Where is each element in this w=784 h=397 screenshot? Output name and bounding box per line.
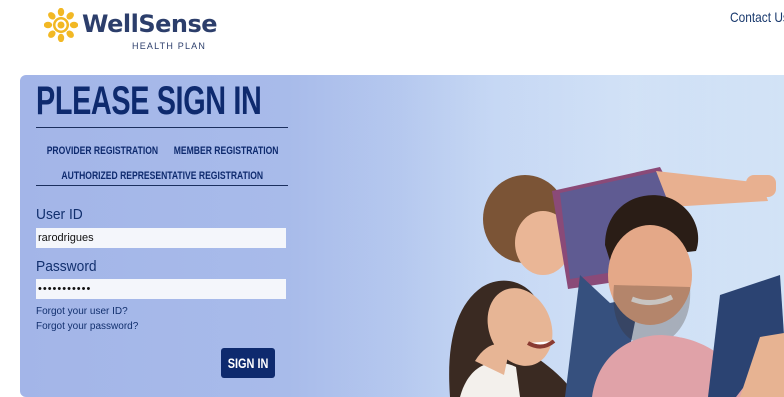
forgot-password-link[interactable]: Forgot your password? <box>36 321 138 332</box>
page-title: PLEASE SIGN IN <box>36 79 262 123</box>
contact-us-link[interactable]: Contact Us <box>730 9 784 25</box>
user-id-label: User ID <box>36 206 83 223</box>
brand-tagline: HEALTH PLAN <box>132 41 207 51</box>
brand-name: WellSense <box>82 10 218 38</box>
sun-logo-icon <box>44 8 78 42</box>
authorized-representative-registration-link[interactable]: AUTHORIZED REPRESENTATIVE REGISTRATION <box>61 170 263 182</box>
member-registration-link[interactable]: MEMBER REGISTRATION <box>173 145 278 157</box>
sign-in-button-label: SIGN IN <box>227 355 269 371</box>
divider-bottom <box>36 185 288 186</box>
password-input[interactable] <box>36 279 286 299</box>
sign-in-button[interactable]: SIGN IN <box>221 348 275 378</box>
forgot-user-id-link[interactable]: Forgot your user ID? <box>36 306 128 317</box>
signin-hero-panel: PLEASE SIGN IN PROVIDER REGISTRATION MEM… <box>20 75 784 397</box>
site-header: WellSense HEALTH PLAN Contact Us <box>0 0 784 60</box>
registration-links: PROVIDER REGISTRATION MEMBER REGISTRATIO… <box>36 141 288 191</box>
wellsense-logo[interactable]: WellSense HEALTH PLAN <box>44 6 218 52</box>
user-id-input[interactable] <box>36 228 286 248</box>
signin-form: PLEASE SIGN IN PROVIDER REGISTRATION MEM… <box>36 75 294 397</box>
registration-links-row-1: PROVIDER REGISTRATION MEMBER REGISTRATIO… <box>36 141 288 159</box>
registration-links-row-2: AUTHORIZED REPRESENTATIVE REGISTRATION <box>36 166 288 184</box>
divider-top <box>36 127 288 128</box>
provider-registration-link[interactable]: PROVIDER REGISTRATION <box>47 145 158 157</box>
password-label: Password <box>36 258 97 275</box>
